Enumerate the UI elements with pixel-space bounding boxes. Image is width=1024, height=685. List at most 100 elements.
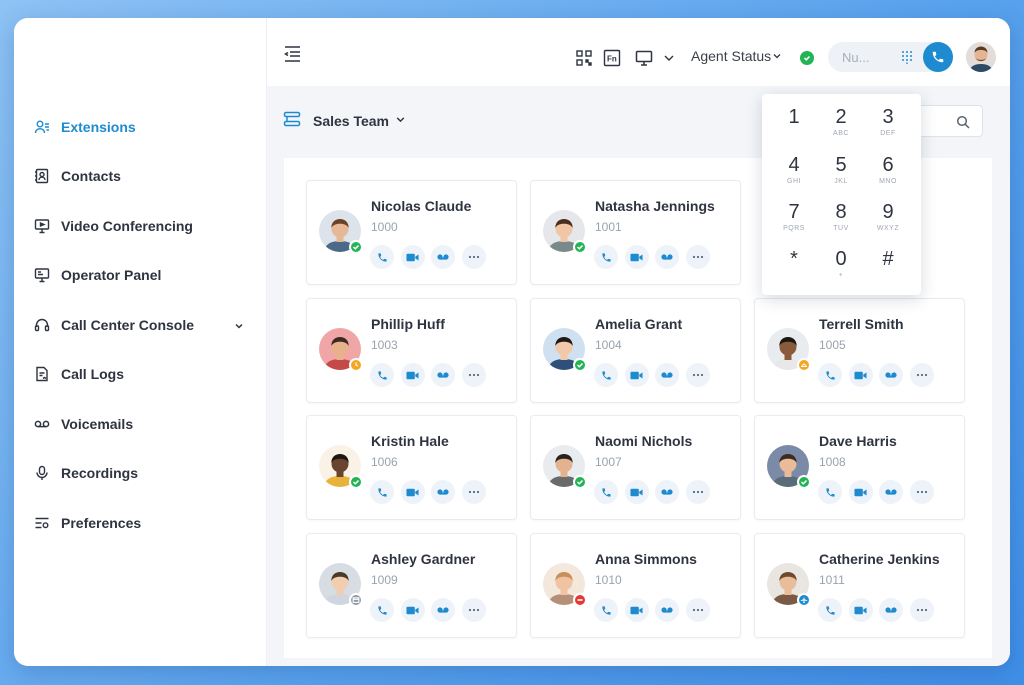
call-button[interactable] <box>923 42 953 72</box>
more-options-button[interactable] <box>685 363 710 387</box>
more-options-button[interactable] <box>685 480 710 504</box>
sidebar-item-preferences[interactable]: Preferences <box>14 498 266 548</box>
dialpad-key-four[interactable]: 4 GHI <box>774 153 814 193</box>
function-keys-icon[interactable]: Fn <box>603 49 621 67</box>
dialpad-letters: + <box>838 272 844 279</box>
dialpad-key-eight[interactable]: 8 TUV <box>821 200 861 240</box>
extension-card[interactable]: Terrell Smith 1005 <box>754 298 965 403</box>
voicemail-button[interactable] <box>879 598 903 622</box>
video-call-button[interactable] <box>848 598 873 622</box>
chevron-down-icon[interactable] <box>663 51 681 69</box>
extension-card[interactable]: Phillip Huff 1003 <box>306 298 517 403</box>
call-button[interactable] <box>818 480 842 504</box>
extension-card[interactable]: Naomi Nichols 1007 <box>530 415 741 520</box>
desktop-icon[interactable] <box>635 49 653 67</box>
more-options-button[interactable] <box>685 598 710 622</box>
call-button[interactable] <box>594 480 618 504</box>
dialpad-key-star[interactable]: * <box>774 247 814 287</box>
agent-status-available-icon <box>800 51 814 65</box>
call-button[interactable] <box>370 480 394 504</box>
extension-card[interactable]: Amelia Grant 1004 <box>530 298 741 403</box>
agent-status-dropdown[interactable]: Agent Status <box>691 48 782 64</box>
dialpad-key-nine[interactable]: 9 WXYZ <box>868 200 908 240</box>
video-call-button[interactable] <box>624 480 649 504</box>
sidebar-item-voicemails[interactable]: Voicemails <box>14 399 266 449</box>
call-button[interactable] <box>594 598 618 622</box>
video-call-button[interactable] <box>400 363 425 387</box>
extension-card[interactable]: Nicolas Claude 1000 <box>306 180 517 285</box>
chevron-down-icon[interactable] <box>234 318 244 334</box>
dialpad-key-six[interactable]: 6 MNO <box>868 153 908 193</box>
extension-number: 1003 <box>371 338 398 352</box>
call-button[interactable] <box>370 598 394 622</box>
video-call-button[interactable] <box>400 480 425 504</box>
call-button[interactable] <box>594 245 618 269</box>
qr-code-icon[interactable] <box>575 49 593 67</box>
status-badge <box>797 475 811 489</box>
extension-card[interactable]: Anna Simmons 1010 <box>530 533 741 638</box>
video-call-button[interactable] <box>624 245 649 269</box>
voicemail-button[interactable] <box>879 363 903 387</box>
more-options-button[interactable] <box>461 245 486 269</box>
collapse-menu-icon[interactable] <box>283 45 303 63</box>
voicemail-button[interactable] <box>431 480 455 504</box>
dialpad-key-two[interactable]: 2 ABC <box>821 105 861 145</box>
voicemail-button[interactable] <box>655 363 679 387</box>
extension-card[interactable]: Natasha Jennings 1001 <box>530 180 741 285</box>
search-input[interactable] <box>913 105 983 137</box>
dialpad-key-five[interactable]: 5 JKL <box>821 153 861 193</box>
more-options-button[interactable] <box>461 480 486 504</box>
video-call-button[interactable] <box>848 480 873 504</box>
voicemail-button[interactable] <box>431 245 455 269</box>
more-options-button[interactable] <box>461 363 486 387</box>
voicemail-button[interactable] <box>655 480 679 504</box>
dialpad-icon[interactable] <box>900 50 914 64</box>
more-options-button[interactable] <box>909 363 934 387</box>
voicemail-icon <box>437 371 449 379</box>
video-call-button[interactable] <box>848 363 873 387</box>
more-options-button[interactable] <box>909 598 934 622</box>
search-icon[interactable] <box>956 115 970 134</box>
dialpad-key-three[interactable]: 3 DEF <box>868 105 908 145</box>
sidebar-item-recordings[interactable]: Recordings <box>14 449 266 499</box>
voicemail-icon <box>885 606 897 614</box>
sidebar-item-operator-panel[interactable]: Operator Panel <box>14 251 266 301</box>
sidebar-item-call-center-console[interactable]: Call Center Console <box>14 300 266 350</box>
video-call-button[interactable] <box>624 598 649 622</box>
extension-number: 1007 <box>595 455 622 469</box>
dialpad-key-seven[interactable]: 7 PQRS <box>774 200 814 240</box>
dialpad-key-one[interactable]: 1 <box>774 105 814 145</box>
voicemail-button[interactable] <box>655 598 679 622</box>
dialpad-key-zero[interactable]: 0 + <box>821 247 861 287</box>
voicemail-button[interactable] <box>655 245 679 269</box>
voicemail-icon <box>34 416 50 432</box>
sidebar-item-contacts[interactable]: Contacts <box>14 152 266 202</box>
voicemail-button[interactable] <box>431 598 455 622</box>
extension-card[interactable]: Dave Harris 1008 <box>754 415 965 520</box>
video-call-button[interactable] <box>400 598 425 622</box>
sidebar-item-video-conferencing[interactable]: Video Conferencing <box>14 201 266 251</box>
sidebar-item-call-logs[interactable]: Call Logs <box>14 350 266 400</box>
more-icon <box>916 490 928 494</box>
extension-card[interactable]: Kristin Hale 1006 <box>306 415 517 520</box>
more-options-button[interactable] <box>909 480 934 504</box>
dial-number-input[interactable] <box>828 42 898 72</box>
headset-icon <box>34 317 50 333</box>
dialpad-key-hash[interactable]: # <box>868 247 908 287</box>
video-call-button[interactable] <box>624 363 649 387</box>
extension-card[interactable]: Catherine Jenkins 1011 <box>754 533 965 638</box>
team-selector[interactable]: Sales Team <box>283 110 406 132</box>
more-options-button[interactable] <box>461 598 486 622</box>
call-button[interactable] <box>370 363 394 387</box>
call-button[interactable] <box>818 363 842 387</box>
call-button[interactable] <box>370 245 394 269</box>
call-button[interactable] <box>818 598 842 622</box>
user-avatar[interactable] <box>966 42 996 72</box>
voicemail-button[interactable] <box>431 363 455 387</box>
sidebar-item-extensions[interactable]: Extensions <box>14 102 266 152</box>
voicemail-button[interactable] <box>879 480 903 504</box>
video-call-button[interactable] <box>400 245 425 269</box>
more-options-button[interactable] <box>685 245 710 269</box>
extension-card[interactable]: Ashley Gardner 1009 <box>306 533 517 638</box>
call-button[interactable] <box>594 363 618 387</box>
